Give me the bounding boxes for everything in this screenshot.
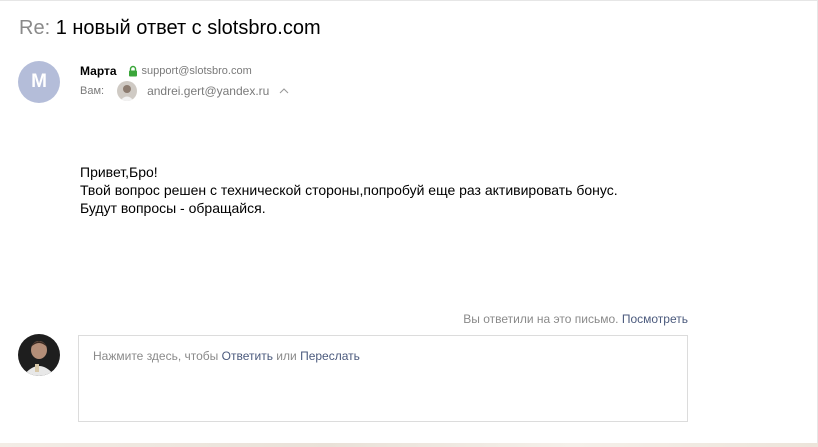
user-avatar[interactable]	[18, 334, 60, 376]
lock-icon	[127, 65, 139, 77]
chevron-up-icon[interactable]	[279, 86, 289, 96]
subject-title: 1 новый ответ с slotsbro.com	[55, 17, 321, 39]
reply-hint: Нажмите здесь, чтобы Ответить или Пересл…	[93, 348, 360, 364]
sender-avatar[interactable]: M	[18, 61, 60, 103]
message-body: Привет,Бро! Твой вопрос решен с техничес…	[80, 163, 618, 217]
reply-hint-or: или	[276, 349, 297, 363]
reply-hint-prefix: Нажмите здесь, чтобы	[93, 349, 219, 363]
sender-name[interactable]: Марта	[80, 63, 117, 79]
sender-line: Марта support@slotsbro.com	[80, 63, 252, 79]
body-line: Привет,Бро!	[80, 164, 158, 180]
forward-link[interactable]: Переслать	[300, 349, 360, 363]
recipient-label: Вам:	[80, 85, 105, 97]
recipient-email[interactable]: andrei.gert@yandex.ru	[147, 84, 269, 98]
message-subject: Re: 1 новый ответ с slotsbro.com	[19, 15, 321, 41]
body-line: Твой вопрос решен с технической стороны,…	[80, 182, 618, 198]
reply-status-text: Вы ответили на это письмо.	[463, 312, 619, 326]
reply-link[interactable]: Ответить	[222, 349, 273, 363]
sender-avatar-letter: M	[31, 71, 47, 92]
reply-status: Вы ответили на это письмо. Посмотреть	[463, 311, 688, 327]
bottom-strip	[0, 443, 818, 447]
recipient-avatar[interactable]	[117, 81, 138, 101]
body-line: Будут вопросы - обращайся.	[80, 200, 266, 216]
view-reply-link[interactable]: Посмотреть	[622, 312, 688, 326]
recipient-line: Вам: andrei.gert@yandex.ru	[80, 81, 289, 101]
frame-top-border	[0, 0, 818, 1]
subject-prefix: Re:	[19, 17, 51, 39]
quick-reply-box[interactable]: Нажмите здесь, чтобы Ответить или Пересл…	[78, 335, 688, 422]
sender-email[interactable]: support@slotsbro.com	[142, 63, 252, 79]
